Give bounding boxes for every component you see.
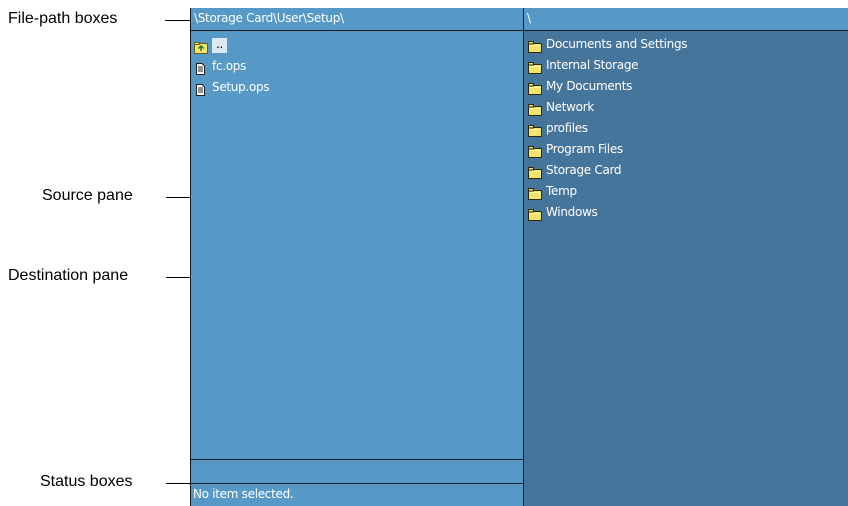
- folder-icon: [528, 102, 542, 116]
- status-box-bottom: No item selected.: [190, 484, 523, 506]
- callout-source-pane: Source pane: [42, 187, 133, 204]
- list-item[interactable]: Network: [528, 97, 687, 118]
- list-item-label: ..: [212, 38, 228, 53]
- status-box-top: [190, 460, 523, 484]
- folder-icon: [528, 207, 542, 221]
- list-item-label: profiles: [546, 121, 588, 135]
- list-item[interactable]: ..: [194, 35, 269, 56]
- list-item[interactable]: fc.ops: [194, 56, 269, 77]
- list-item-label: Documents and Settings: [546, 37, 688, 51]
- destination-pane[interactable]: Documents and Settings Internal Storage My…: [523, 31, 848, 506]
- source-pane[interactable]: .. fc.ops Setup.ops: [190, 31, 523, 460]
- list-item[interactable]: Temp: [528, 181, 687, 202]
- callout-file-path-leader: [165, 20, 192, 21]
- callout-file-path-boxes: File-path boxes: [8, 10, 118, 27]
- list-item[interactable]: Documents and Settings: [528, 34, 688, 55]
- list-item-label: Program Files: [546, 142, 623, 156]
- folder-icon: [528, 165, 542, 179]
- destination-folder-list: Documents and Settings Internal Storage My…: [528, 34, 688, 223]
- list-item-label: Network: [546, 100, 595, 114]
- list-item-label: Windows: [546, 205, 598, 219]
- folder-icon: [528, 81, 542, 95]
- file-manager-window: \Storage Card\User\Setup\ \ .. fc.ops Se…: [190, 8, 848, 506]
- list-item[interactable]: Internal Storage: [528, 55, 687, 76]
- source-path-box[interactable]: \Storage Card\User\Setup\: [190, 8, 523, 31]
- callout-status-leader: [166, 483, 192, 484]
- list-item-label: Setup.ops: [212, 80, 270, 94]
- list-item-label: Storage Card: [546, 163, 622, 177]
- list-item-label: fc.ops: [212, 59, 247, 73]
- list-item[interactable]: Setup.ops: [194, 77, 270, 98]
- callout-status-boxes: Status boxes: [40, 473, 133, 490]
- folder-up-icon: [194, 40, 208, 54]
- source-file-list: .. fc.ops Setup.ops: [194, 35, 270, 98]
- list-item[interactable]: Storage Card: [528, 160, 687, 181]
- list-item[interactable]: profiles: [528, 118, 687, 139]
- destination-path-box[interactable]: \: [523, 8, 848, 31]
- list-item[interactable]: Program Files: [528, 139, 687, 160]
- folder-icon: [528, 144, 542, 158]
- list-item-label: My Documents: [546, 79, 633, 93]
- list-item[interactable]: My Documents: [528, 76, 687, 97]
- folder-icon: [528, 123, 542, 137]
- callout-destination-pane: Destination pane: [8, 267, 129, 284]
- file-icon: [194, 82, 208, 96]
- list-item-label: Internal Storage: [546, 58, 639, 72]
- folder-icon: [528, 60, 542, 74]
- folder-icon: [528, 186, 542, 200]
- list-item-label: Temp: [546, 184, 577, 198]
- list-item[interactable]: Windows: [528, 202, 687, 223]
- file-icon: [194, 61, 208, 75]
- folder-icon: [528, 39, 542, 53]
